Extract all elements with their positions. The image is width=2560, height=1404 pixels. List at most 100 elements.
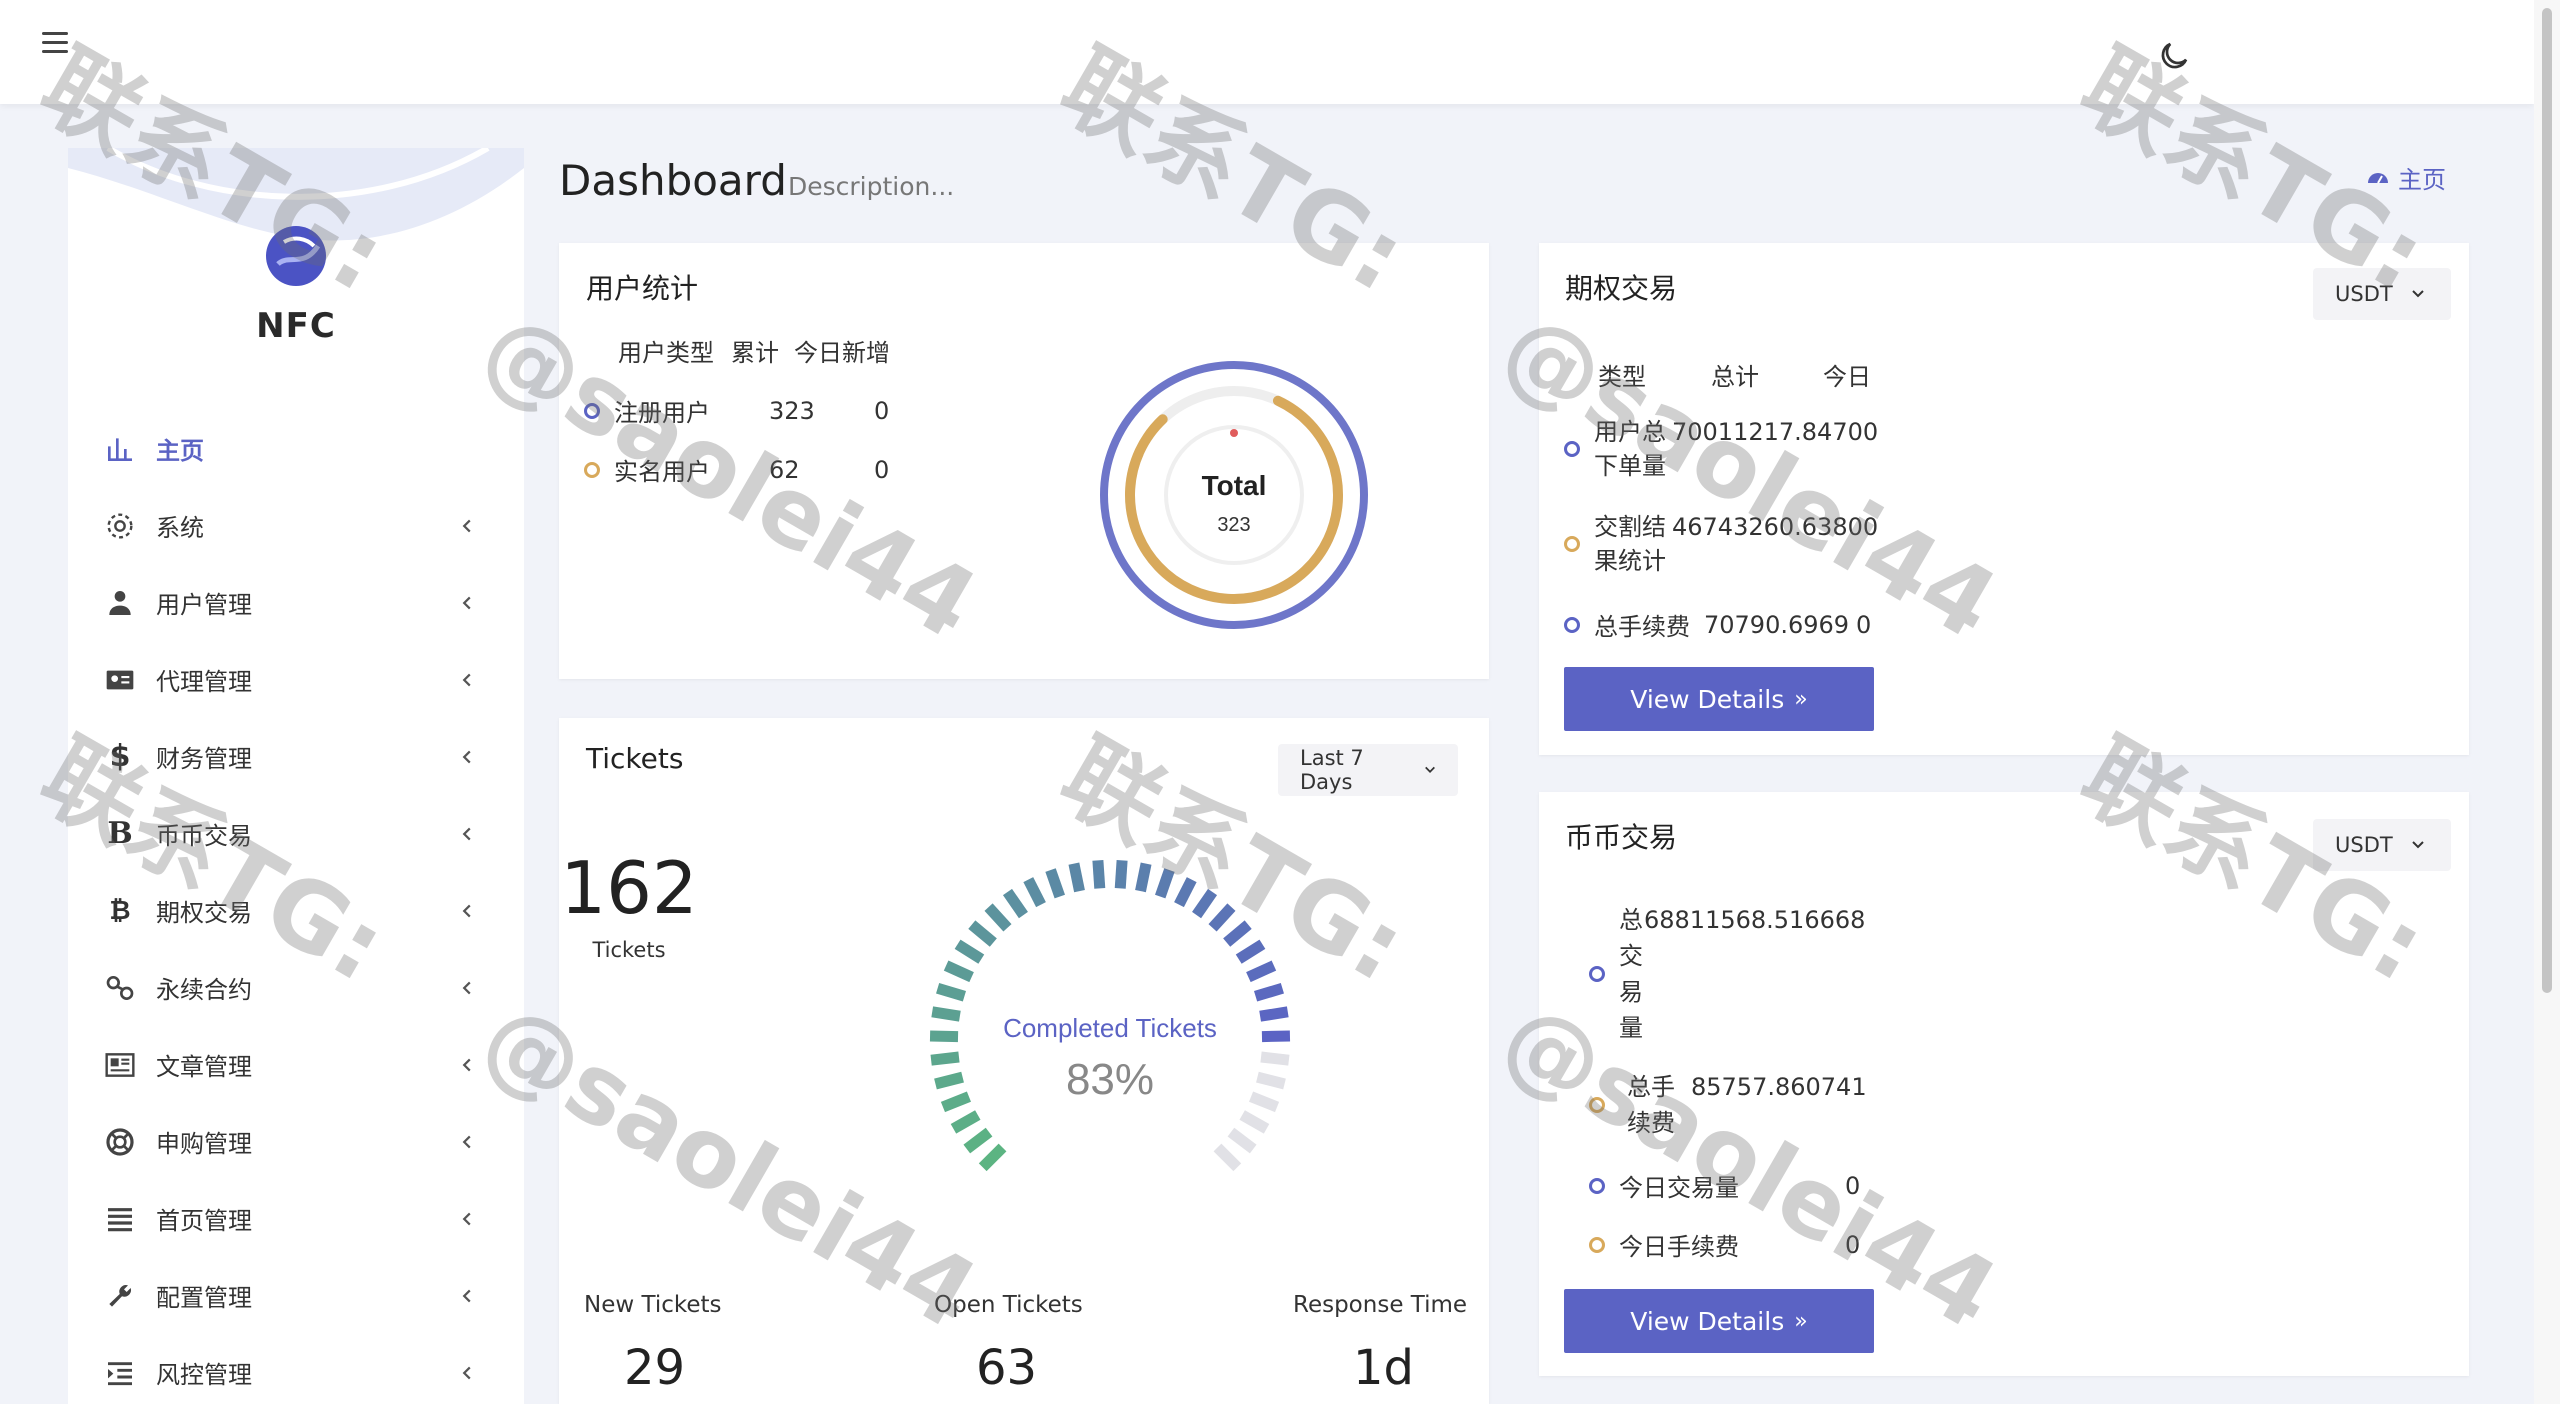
gauge-label: Completed Tickets — [1003, 1013, 1217, 1043]
donut-value: 323 — [1217, 514, 1250, 536]
ticket-count: 162 — [560, 846, 698, 930]
newspaper-icon — [105, 1052, 135, 1077]
chevron-left-icon — [462, 904, 471, 917]
options-view-details-button[interactable]: View Details » — [1564, 667, 1874, 731]
dashboard-icon — [2368, 172, 2388, 183]
double-chevron-right-icon: » — [1794, 686, 1808, 712]
sidebar-item-risk[interactable]: 风控管理 — [68, 1334, 524, 1404]
gauge-segment — [1002, 888, 1028, 919]
stat-response-time: Response Time 1d — [1293, 1292, 1467, 1396]
column-header: 用户类型 — [618, 339, 714, 367]
sidebar-item-options-trading[interactable]: ₿ 期权交易 — [68, 872, 524, 949]
hamburger-icon[interactable] — [42, 32, 70, 56]
sidebar-item-agents[interactable]: 代理管理 — [68, 641, 524, 718]
gauge-segment — [950, 1110, 981, 1134]
currency-select[interactable]: USDT — [2313, 268, 2451, 320]
gear-icon — [107, 512, 133, 539]
gauge-segment — [1227, 1127, 1257, 1154]
chevron-left-icon — [462, 673, 471, 686]
gauge-segment — [1213, 1143, 1242, 1172]
gauge-segment — [984, 903, 1012, 932]
gauge-segment — [1223, 920, 1252, 947]
user-today: 0 — [874, 455, 890, 484]
gauge-value: 83% — [1066, 1055, 1154, 1104]
gauge-segment — [936, 982, 967, 1002]
link-icon — [106, 975, 134, 1000]
user-type: 实名用户 — [614, 458, 710, 486]
moon-icon[interactable] — [2156, 38, 2192, 74]
table-row: 总手续费 70790.6969 0 — [1564, 607, 1871, 642]
sidebar-item-articles[interactable]: 文章管理 — [68, 1026, 524, 1103]
sidebar-item-subscription[interactable]: 申购管理 — [68, 1103, 524, 1180]
stat-open-tickets: Open Tickets 63 — [934, 1292, 1083, 1396]
date-range-value: Last 7 Days — [1300, 746, 1364, 794]
table-row: 今日交易量 0 — [1589, 1168, 1860, 1203]
table-row: 用户总 下单量 70011217.84700 — [1564, 415, 1878, 483]
page-description: Description... — [788, 172, 955, 201]
option-total: 70790.6969 — [1704, 610, 1850, 639]
status-ring-icon — [1564, 536, 1580, 552]
sidebar-item-perpetual[interactable]: 永续合约 — [68, 949, 524, 1026]
sidebar-item-system[interactable]: 系统 — [68, 487, 524, 564]
user-stats-card: 用户统计 用户类型 累计 今日新增 注册用户 323 0 实名用户 62 0 T… — [559, 243, 1489, 679]
gauge-segment — [1260, 1051, 1290, 1066]
completed-tickets-gauge: Completed Tickets 83% — [929, 860, 1291, 1172]
gauge-segment — [1235, 939, 1266, 964]
chevron-left-icon — [462, 1212, 471, 1225]
options-header: 类型 总计 今日 — [1598, 357, 1871, 392]
sidebar-item-home[interactable]: 主页 — [68, 410, 524, 487]
chevron-left-icon — [462, 519, 471, 532]
b-icon: B — [107, 816, 133, 851]
status-ring-icon — [1589, 1236, 1605, 1253]
status-ring-icon — [584, 402, 600, 419]
breadcrumb-home[interactable]: 主页 — [2366, 160, 2446, 195]
donut-label: Total — [1202, 470, 1267, 501]
sidebar-item-finance[interactable]: $ 财务管理 — [68, 718, 524, 795]
column-header: 今日新增 — [794, 339, 890, 367]
sidebar-item-users[interactable]: 用户管理 — [68, 564, 524, 641]
gauge-segment — [934, 1071, 964, 1090]
option-total: 70011217.84700 — [1672, 418, 1879, 446]
scrollbar[interactable] — [2534, 0, 2560, 1404]
brand-name: NFC — [256, 306, 336, 346]
gauge-segment — [978, 1143, 1007, 1172]
sidebar-item-label: 首页管理 — [156, 1207, 252, 1235]
table-row: 今日手续费 0 — [1589, 1227, 1860, 1262]
card-title: 币币交易 — [1565, 821, 1678, 854]
spot-value: 85757.860741 — [1691, 1073, 1867, 1101]
donut-marker — [1230, 429, 1238, 437]
date-range-select[interactable]: Last 7 Days — [1278, 744, 1458, 796]
sidebar-item-label: 主页 — [156, 437, 204, 465]
sidebar-item-label: 文章管理 — [156, 1053, 252, 1081]
currency-select[interactable]: USDT — [2313, 819, 2451, 871]
user-total: 62 — [769, 455, 800, 484]
sidebar-item-label: 代理管理 — [156, 668, 252, 696]
option-type: 用户总 下单量 — [1594, 418, 1666, 480]
spot-label: 总交易量 — [1619, 906, 1643, 1042]
spot-view-details-button[interactable]: View Details » — [1564, 1289, 1874, 1353]
sidebar-item-config[interactable]: 配置管理 — [68, 1257, 524, 1334]
gauge-segment — [1256, 1071, 1286, 1090]
gauge-segment — [1023, 877, 1046, 908]
stat-value: 63 — [976, 1340, 1038, 1396]
bitcoin-icon: ₿ — [109, 896, 131, 926]
sidebar-item-spot-trading[interactable]: B 币币交易 — [68, 795, 524, 872]
gauge-segment — [930, 1051, 960, 1066]
gauge-segment — [1114, 860, 1128, 889]
user-total: 323 — [769, 396, 815, 425]
sidebar-menu: 主页 系统 用户管理 代理管理 $ 财务管理 B 币币交易 ₿ 期权交易 永续合… — [68, 410, 524, 1404]
chevron-down-icon — [2411, 290, 2424, 298]
status-ring-icon — [584, 461, 600, 478]
gauge-segment — [931, 1006, 961, 1022]
sidebar-item-homepage[interactable]: 首页管理 — [68, 1180, 524, 1257]
sidebar-item-label: 期权交易 — [156, 899, 252, 927]
gauge-segment — [1239, 1110, 1270, 1134]
tickets-card: Tickets Last 7 Days 162 Tickets Complete… — [559, 718, 1489, 1404]
card-title: 用户统计 — [586, 272, 699, 305]
spot-value: 0 — [1845, 1230, 1861, 1259]
indent-icon — [108, 1361, 132, 1385]
table-row: 总手续费 85757.860741 — [1589, 1069, 1867, 1141]
card-title: Tickets — [586, 742, 684, 775]
gauge-segment — [929, 1030, 959, 1043]
life-ring-icon — [106, 1127, 134, 1156]
